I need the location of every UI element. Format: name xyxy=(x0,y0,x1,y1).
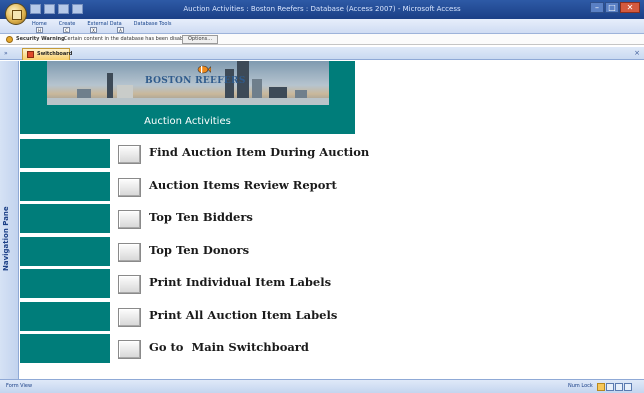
form-header: BOSTON REEFERS Auction Activities xyxy=(20,61,355,134)
tab-switchboard[interactable]: Switchboard xyxy=(22,48,73,60)
navigation-pane-label: Navigation Pane xyxy=(2,206,10,271)
print-individual-labels-button[interactable] xyxy=(118,275,141,294)
navigation-pane-label-wrap: Navigation Pane xyxy=(2,206,16,271)
ribbon-keytips: H C X A xyxy=(36,27,144,33)
title-bar: Auction Activities : Boston Reefers : Da… xyxy=(0,0,644,19)
navigation-pane[interactable]: Navigation Pane xyxy=(0,61,19,379)
keytip-external-data: X xyxy=(90,27,97,33)
row-color-box xyxy=(20,172,110,201)
menu-item-top-ten-bidders: Top Ten Bidders xyxy=(20,204,620,237)
menu-item-label[interactable]: Print Individual Item Labels xyxy=(149,274,331,290)
maximize-button[interactable]: □ xyxy=(605,2,619,13)
menu-item-label[interactable]: Top Ten Donors xyxy=(149,242,249,258)
harbor-water xyxy=(47,98,329,105)
banner-title: BOSTON REEFERS xyxy=(145,76,246,86)
keytip-database-tools: A xyxy=(117,27,124,33)
status-num-lock: Num Lock xyxy=(568,383,593,389)
design-view-icon[interactable] xyxy=(624,383,632,391)
security-warning-bar: Security Warning Certain content in the … xyxy=(0,34,644,45)
switchboard-form: BOSTON REEFERS Auction Activities Find A… xyxy=(20,61,644,379)
row-color-box xyxy=(20,334,110,363)
menu-item-print-all-labels: Print All Auction Item Labels xyxy=(20,302,620,335)
window-controls: – □ ✕ xyxy=(590,2,640,13)
form-view-icon[interactable] xyxy=(597,383,605,391)
warning-icon xyxy=(6,36,13,43)
keytip-create: C xyxy=(63,27,70,33)
skyline-building xyxy=(117,85,133,99)
security-warning-label: Security Warning xyxy=(16,36,65,42)
menu-item-label[interactable]: Top Ten Bidders xyxy=(149,209,253,225)
main-switchboard-button[interactable] xyxy=(118,340,141,359)
skyline-building xyxy=(252,79,262,99)
menu-item-label[interactable]: Find Auction Item During Auction xyxy=(149,144,369,160)
close-tab-icon[interactable]: × xyxy=(634,49,640,57)
find-auction-item-button[interactable] xyxy=(118,145,141,164)
tab-switchboard-label: Switchboard xyxy=(37,51,73,57)
shutter-bar-open-icon[interactable]: » xyxy=(4,50,8,57)
security-warning-message: Certain content in the database has been… xyxy=(64,36,191,42)
top-ten-bidders-button[interactable] xyxy=(118,210,141,229)
page-title: Auction Activities xyxy=(144,116,231,127)
access-window: Auction Activities : Boston Reefers : Da… xyxy=(0,0,644,393)
status-bar: Form View Num Lock xyxy=(0,379,644,393)
row-color-box xyxy=(20,204,110,233)
menu-item-main-switchboard: Go to Main Switchboard xyxy=(20,334,620,367)
top-ten-donors-button[interactable] xyxy=(118,243,141,262)
datasheet-view-icon[interactable] xyxy=(606,383,614,391)
menu-item-find-auction-item: Find Auction Item During Auction xyxy=(20,139,620,172)
menu-item-top-ten-donors: Top Ten Donors xyxy=(20,237,620,270)
options-button[interactable]: Options... xyxy=(182,35,219,44)
menu-item-print-individual-labels: Print Individual Item Labels xyxy=(20,269,620,302)
menu-item-label[interactable]: Print All Auction Item Labels xyxy=(149,307,337,323)
minimize-button[interactable]: – xyxy=(590,2,604,13)
window-title: Auction Activities : Boston Reefers : Da… xyxy=(183,5,461,13)
row-color-box xyxy=(20,302,110,331)
layout-view-icon[interactable] xyxy=(615,383,623,391)
menu-item-label[interactable]: Auction Items Review Report xyxy=(149,177,337,193)
fish-icon xyxy=(197,65,211,74)
status-view-mode: Form View xyxy=(6,383,33,389)
row-color-box xyxy=(20,237,110,266)
keytip-home: H xyxy=(36,27,43,33)
review-report-button[interactable] xyxy=(118,178,141,197)
boston-skyline-banner: BOSTON REEFERS xyxy=(47,61,329,105)
form-icon xyxy=(27,51,34,58)
menu-item-review-report: Auction Items Review Report xyxy=(20,172,620,205)
row-color-box xyxy=(20,269,110,298)
skyline-building xyxy=(107,73,113,99)
close-button[interactable]: ✕ xyxy=(620,2,640,13)
menu-item-label[interactable]: Go to Main Switchboard xyxy=(149,339,309,355)
document-tab-strip: » Switchboard × xyxy=(0,47,644,60)
office-button-icon[interactable] xyxy=(5,3,27,25)
row-color-box xyxy=(20,139,110,168)
print-all-labels-button[interactable] xyxy=(118,308,141,327)
view-switcher xyxy=(597,383,632,391)
